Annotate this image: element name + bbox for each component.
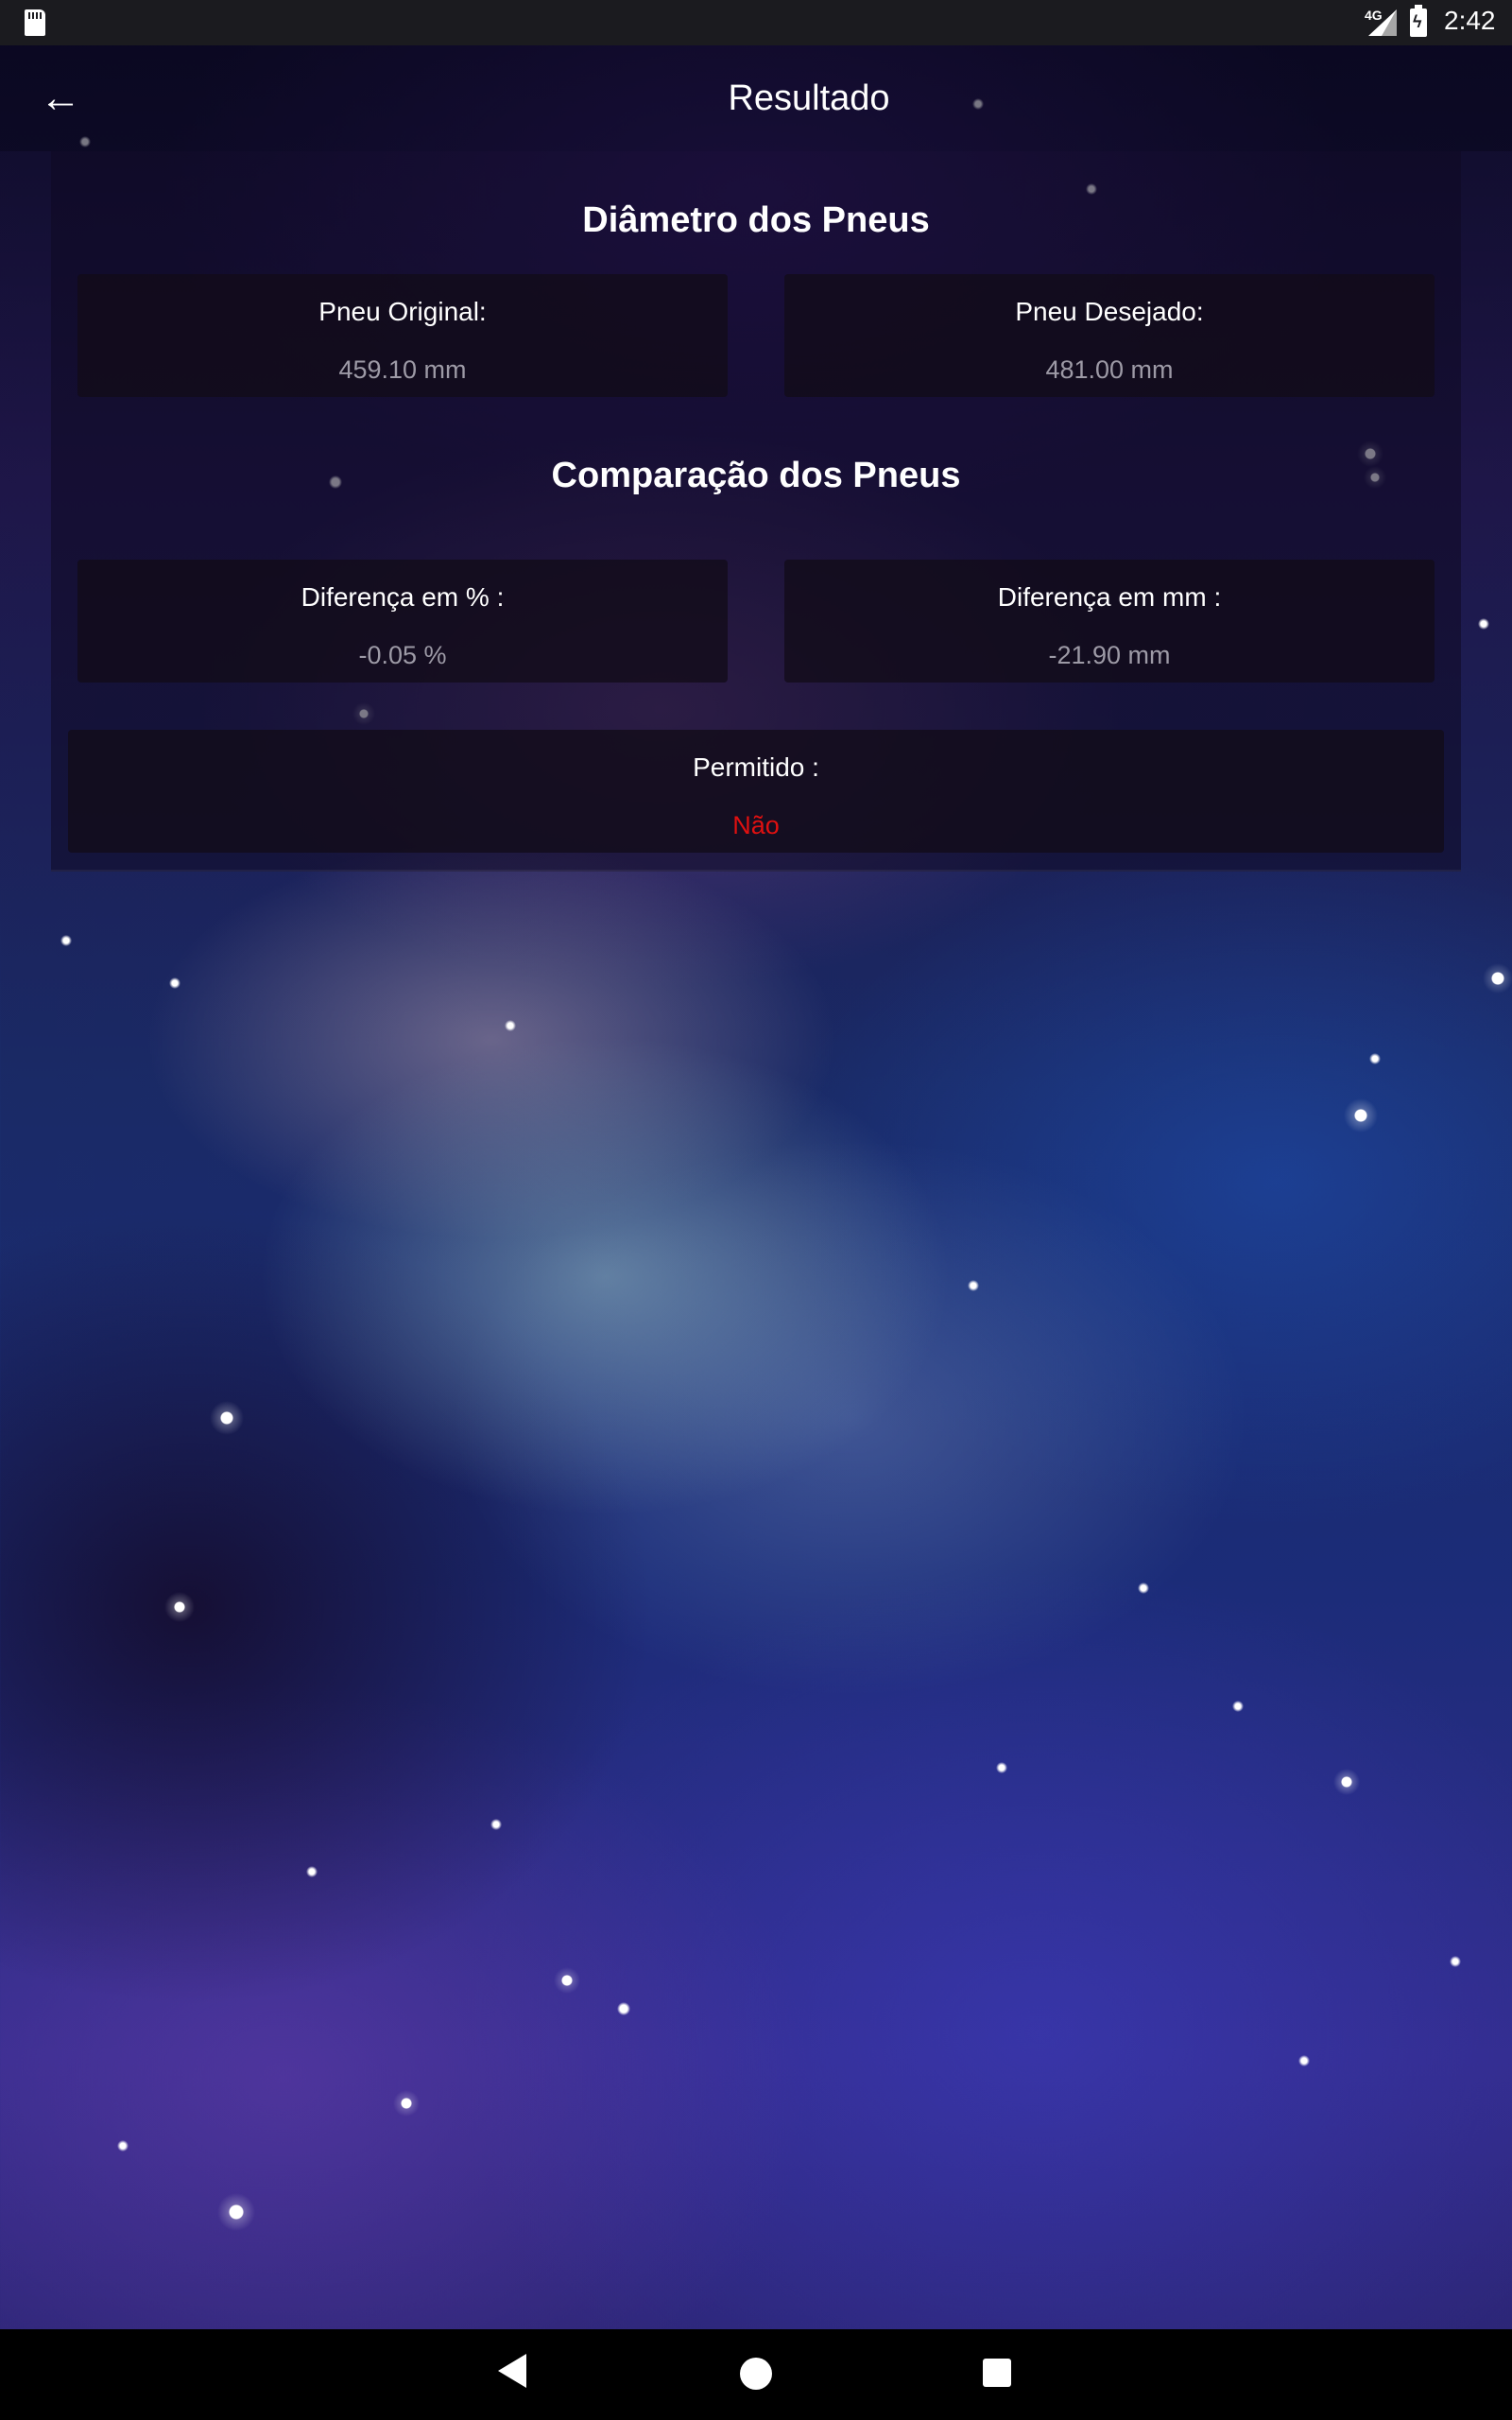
diff-percent-value: -0.05 % [358,641,447,669]
comparison-section-title: Comparação dos Pneus [551,456,961,495]
status-bar: 4G ϟ 2:42 [0,0,1512,45]
diff-mm-card: Diferença em mm : -21.90 mm [784,560,1435,683]
allowed-label: Permitido : [693,752,819,782]
page-title: Resultado [728,78,890,118]
desired-tire-label: Pneu Desejado: [1015,297,1204,326]
allowed-value: Não [732,811,780,839]
desired-tire-card: Pneu Desejado: 481.00 mm [784,274,1435,397]
diff-mm-value: -21.90 mm [1048,641,1171,669]
back-triangle-icon[interactable] [498,2354,526,2388]
navigation-bar [0,2329,1512,2420]
app-bar: ← Resultado [0,45,1512,151]
diff-percent-card: Diferença em % : -0.05 % [77,560,728,683]
original-tire-card: Pneu Original: 459.10 mm [77,274,728,397]
original-tire-label: Pneu Original: [318,297,487,326]
battery-charging-icon: ϟ [1410,5,1427,37]
allowed-card: Permitido : Não [68,730,1444,853]
sd-card-icon [25,9,45,36]
diameter-section-title: Diâmetro dos Pneus [582,200,930,240]
status-time: 2:42 [1444,6,1496,35]
diff-mm-label: Diferença em mm : [997,582,1222,612]
recents-square-icon[interactable] [983,2359,1011,2387]
desired-tire-value: 481.00 mm [1045,355,1174,384]
home-circle-icon[interactable] [740,2358,772,2390]
original-tire-value: 459.10 mm [338,355,467,384]
diff-percent-label: Diferença em % : [301,582,505,612]
signal-icon [1368,9,1397,36]
